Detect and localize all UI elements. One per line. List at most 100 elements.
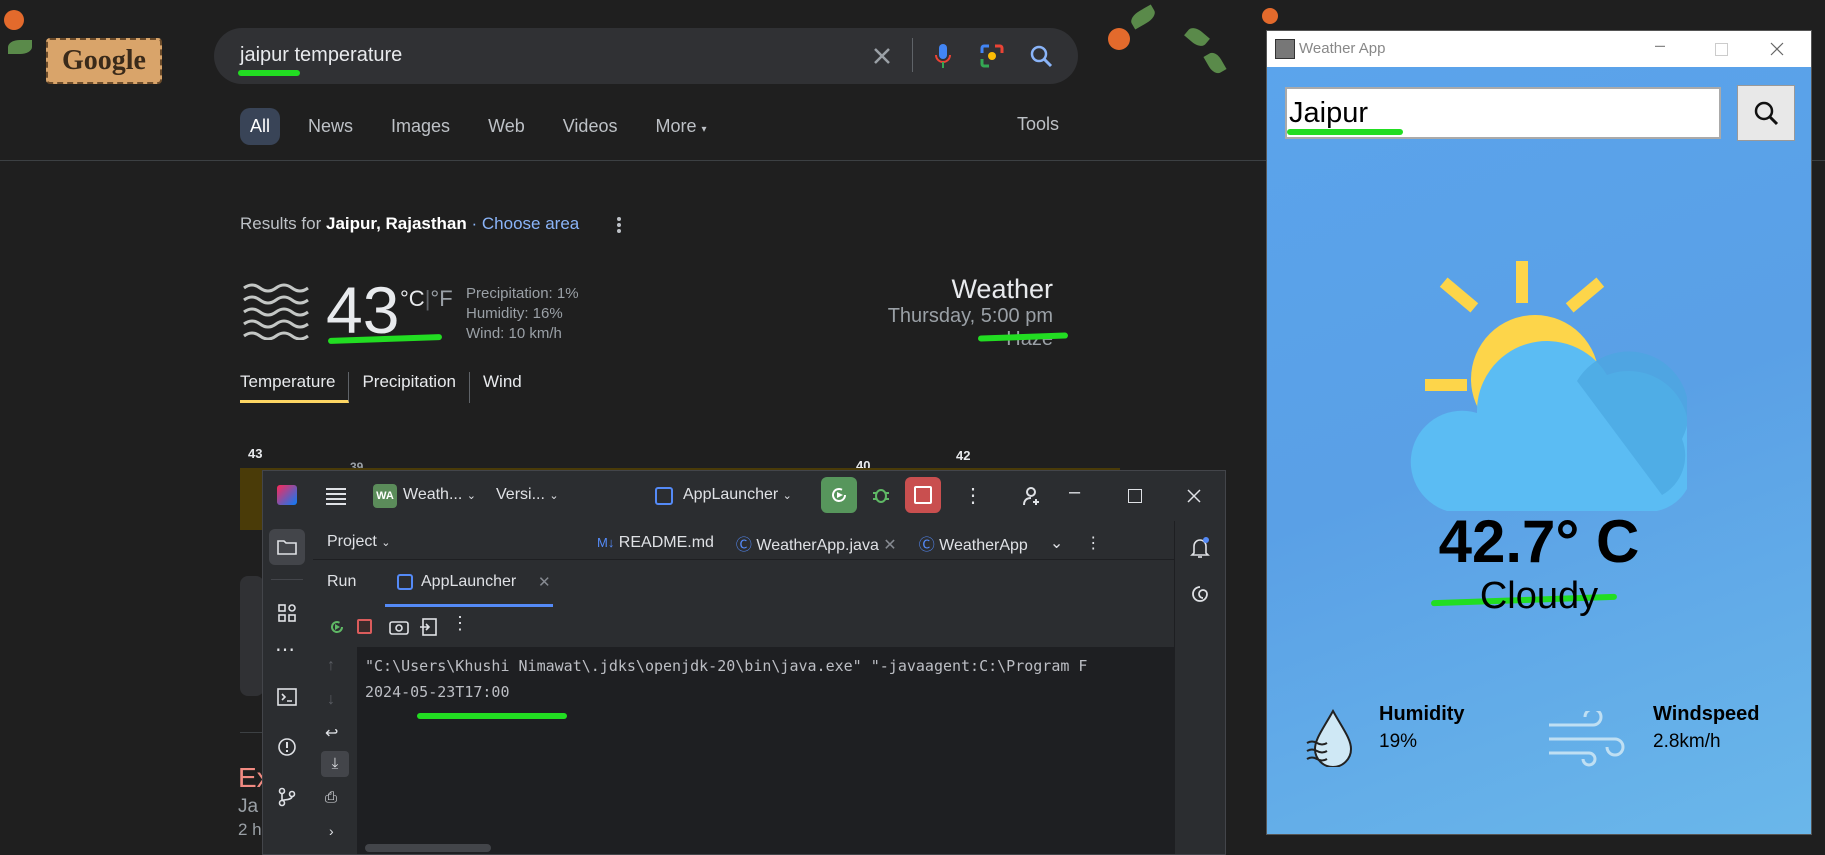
search-icon <box>1754 101 1779 126</box>
weather-app-titlebar: Weather App – <box>1267 31 1811 67</box>
editor-more-icon[interactable]: ⋮ <box>1085 533 1101 553</box>
editor-tab-readme[interactable]: M↓ README.md <box>597 534 714 552</box>
rerun-icon[interactable] <box>325 615 349 639</box>
microphone-icon[interactable] <box>928 40 958 72</box>
more-options-icon[interactable] <box>612 214 626 236</box>
arrow-down-icon[interactable]: ↓ <box>327 691 335 709</box>
flower-decoration <box>1262 8 1278 24</box>
stop-button[interactable] <box>905 477 941 513</box>
google-doodle-logo[interactable]: Google <box>46 38 162 84</box>
editor-tab-weatherapp-2[interactable]: Ⓒ WeatherApp <box>919 531 1028 555</box>
close-icon[interactable] <box>1767 39 1787 59</box>
tabs-overflow-icon[interactable]: ⌄ <box>1050 533 1063 553</box>
tab-videos[interactable]: Videos <box>553 108 628 145</box>
search-tabs: All News Images Web Videos More ▾ <box>240 106 717 146</box>
card-fragment <box>240 576 264 696</box>
user-icon[interactable] <box>1019 483 1045 509</box>
git-icon[interactable] <box>269 779 305 815</box>
arrow-up-icon[interactable]: ↑ <box>327 657 335 675</box>
run-tool-window-header: Run AppLauncher ✕ <box>313 559 1175 608</box>
wind-text: Wind: 10 km/h <box>466 325 562 342</box>
camera-icon[interactable] <box>387 615 411 639</box>
celsius-button[interactable]: °C <box>400 286 425 311</box>
leaf-decoration <box>8 40 32 54</box>
close-icon[interactable] <box>1183 485 1205 507</box>
tab-more[interactable]: More ▾ <box>645 108 716 145</box>
results-location: Results for Jaipur, Rajasthan · Choose a… <box>240 214 580 233</box>
window-title: Weather App <box>1299 40 1386 57</box>
intellij-logo-icon <box>277 485 297 505</box>
weather-title: Weather <box>951 274 1053 304</box>
project-panel-title[interactable]: Project ⌄ <box>327 533 390 551</box>
run-config-icon <box>397 574 413 590</box>
debug-icon[interactable] <box>863 477 899 513</box>
maximize-icon[interactable] <box>1128 489 1142 503</box>
more-actions-icon[interactable]: ⋮ <box>963 483 983 508</box>
tab-temperature[interactable]: Temperature <box>240 372 350 403</box>
vcs-selector[interactable]: Versi... ⌄ <box>496 486 559 504</box>
weather-date: Thursday, 5:00 pm <box>887 305 1053 327</box>
search-button[interactable] <box>1737 85 1795 141</box>
chevron-down-icon: ⌄ <box>381 537 391 549</box>
haze-icon <box>242 282 310 341</box>
stop-icon[interactable] <box>357 619 372 634</box>
maximize-icon[interactable] <box>1715 43 1728 56</box>
class-icon: Ⓒ <box>918 537 935 554</box>
tab-news[interactable]: News <box>298 108 363 145</box>
run-label: Run <box>327 573 357 590</box>
structure-icon[interactable] <box>269 595 305 631</box>
temperature-display: 42.7° C <box>1438 508 1640 575</box>
console-output[interactable]: "C:\Users\Khushi Nimawat\.jdks\openjdk-2… <box>357 647 1175 854</box>
problems-icon[interactable] <box>269 729 305 765</box>
clear-icon[interactable] <box>868 42 896 70</box>
tab-precipitation[interactable]: Precipitation <box>349 372 470 403</box>
print-icon[interactable]: ⎙ <box>325 789 337 806</box>
highlight-annotation <box>417 713 567 719</box>
folder-icon[interactable] <box>269 529 305 565</box>
tab-all[interactable]: All <box>240 107 281 145</box>
run-tab-label[interactable]: AppLauncher <box>421 573 516 591</box>
rerun-button[interactable] <box>821 477 857 513</box>
console-gutter: ↑ ↓ ↩ ⤓ ⎙ › <box>313 647 357 854</box>
ai-assistant-icon[interactable] <box>1187 581 1213 607</box>
scroll-to-end-icon[interactable]: ⤓ <box>321 751 349 777</box>
chevron-down-icon: ⌄ <box>782 490 792 502</box>
highlight-annotation <box>238 70 300 76</box>
tab-images[interactable]: Images <box>381 108 460 145</box>
minimize-icon[interactable]: – <box>1655 35 1665 56</box>
humidity-text: Humidity: 16% <box>466 305 563 322</box>
terminal-icon[interactable] <box>269 679 305 715</box>
main-menu-icon[interactable] <box>323 483 349 509</box>
run-config-selector[interactable]: AppLauncher ⌄ <box>683 486 792 504</box>
humidity-value: 19% <box>1379 731 1418 752</box>
notifications-icon[interactable] <box>1187 535 1213 561</box>
ide-window: WA Weath... ⌄ Versi... ⌄ AppLauncher ⌄ ⋮… <box>262 470 1226 855</box>
horizontal-scrollbar[interactable] <box>365 844 491 852</box>
chevron-down-icon: ⌄ <box>549 490 559 502</box>
choose-area-link[interactable]: · Choose area <box>472 214 580 233</box>
project-selector[interactable]: Weath... ⌄ <box>403 486 476 504</box>
unit-toggle: °C|°F <box>400 286 453 311</box>
humidity-icon <box>1303 707 1363 768</box>
tab-wind[interactable]: Wind <box>470 372 535 403</box>
chevron-down-icon: ⌄ <box>466 490 476 502</box>
chevron-right-icon[interactable]: › <box>329 823 334 839</box>
run-config-icon <box>655 487 673 505</box>
close-tab-icon[interactable]: ✕ <box>883 537 896 554</box>
soft-wrap-icon[interactable]: ↩ <box>325 723 338 743</box>
ide-main: Project ⌄ M↓ README.md Ⓒ WeatherApp.java… <box>313 521 1189 854</box>
minimize-icon[interactable]: – <box>1069 481 1080 504</box>
fahrenheit-button[interactable]: °F <box>430 286 452 311</box>
more-tools-icon[interactable]: ⋯ <box>275 637 295 662</box>
markdown-icon: M↓ <box>597 535 615 550</box>
wind-icon <box>1545 707 1625 767</box>
tools-button[interactable]: Tools <box>1017 114 1059 135</box>
tab-web[interactable]: Web <box>478 108 535 145</box>
close-tab-icon[interactable]: ✕ <box>538 573 551 591</box>
editor-tab-weatherapp[interactable]: Ⓒ WeatherApp.java ✕ <box>736 531 897 555</box>
search-input[interactable]: jaipur temperature <box>240 44 402 67</box>
search-icon[interactable] <box>1024 40 1058 72</box>
more-icon[interactable]: ⋮ <box>451 613 469 634</box>
lens-icon[interactable] <box>976 40 1008 72</box>
exit-icon[interactable] <box>417 615 441 639</box>
